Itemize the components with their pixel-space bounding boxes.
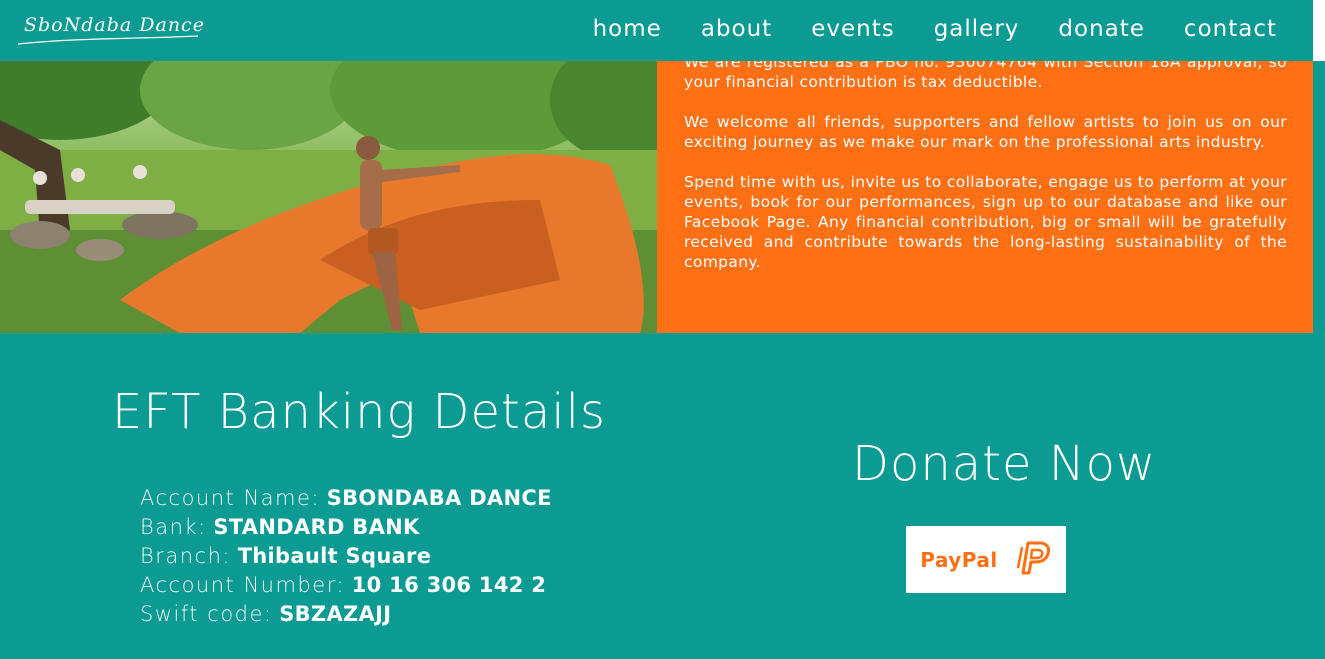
- detail-row-bank: Bank: STANDARD BANK: [140, 513, 552, 542]
- detail-row-swift: Swift code: SBZAZAJJ: [140, 600, 552, 629]
- paypal-icon: [1014, 539, 1052, 581]
- logo[interactable]: SboNdaba Dance: [14, 8, 204, 48]
- detail-value: Thibault Square: [237, 544, 432, 568]
- detail-value: SBZAZAJJ: [279, 602, 392, 626]
- detail-value: 10 16 306 142 2: [351, 573, 547, 597]
- eft-title: EFT Banking Details: [112, 384, 606, 440]
- logo-text: SboNdaba Dance: [24, 14, 205, 36]
- site-header: SboNdaba Dance home about events gallery…: [0, 0, 1313, 61]
- nav-donate[interactable]: donate: [1058, 16, 1145, 42]
- detail-label: Account Name:: [140, 486, 320, 510]
- paypal-button[interactable]: PayPal: [906, 526, 1066, 593]
- detail-label: Account Number:: [140, 573, 346, 597]
- intro-paragraph-welcome: We welcome all friends, supporters and f…: [684, 113, 1287, 151]
- banking-details: Account Name: SBONDABA DANCE Bank: STAND…: [140, 484, 552, 629]
- main-nav: home about events gallery donate contact: [554, 16, 1277, 42]
- detail-label: Bank:: [140, 515, 207, 539]
- intro-paragraph-engage: Spend time with us, invite us to collabo…: [684, 173, 1287, 271]
- nav-contact[interactable]: contact: [1184, 16, 1277, 42]
- detail-row-account-name: Account Name: SBONDABA DANCE: [140, 484, 552, 513]
- nav-about[interactable]: about: [701, 16, 772, 42]
- detail-row-branch: Branch: Thibault Square: [140, 542, 552, 571]
- nav-home[interactable]: home: [593, 16, 662, 42]
- detail-row-account-number: Account Number: 10 16 306 142 2: [140, 571, 552, 600]
- detail-value: SBONDABA DANCE: [326, 486, 552, 510]
- nav-events[interactable]: events: [811, 16, 895, 42]
- detail-label: Branch:: [140, 544, 231, 568]
- nav-gallery[interactable]: gallery: [934, 16, 1020, 42]
- paypal-label: PayPal: [920, 547, 998, 572]
- detail-value: STANDARD BANK: [213, 515, 420, 539]
- header-scroll-edge: [1313, 0, 1325, 61]
- detail-label: Swift code:: [140, 602, 273, 626]
- donate-title: Donate Now: [852, 436, 1157, 492]
